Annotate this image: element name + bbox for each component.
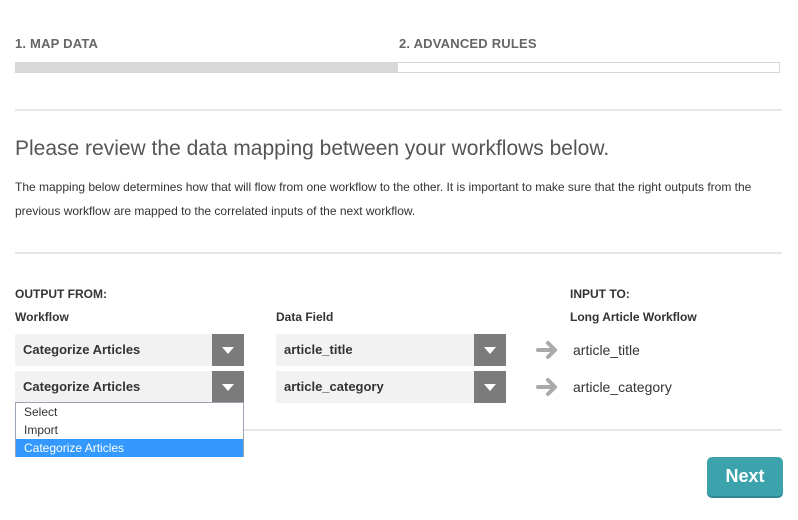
data-field-select-row-2[interactable]: article_category xyxy=(276,371,506,403)
dropdown-option-select[interactable]: Select xyxy=(16,403,243,421)
workflow-dropdown-list: Select Import Categorize Articles xyxy=(15,402,244,457)
arrow-right-icon xyxy=(536,378,557,396)
progress-fill xyxy=(16,63,398,72)
workflow-column-heading: Workflow xyxy=(15,310,69,324)
progress-bar xyxy=(15,62,780,73)
dropdown-option-categorize-articles[interactable]: Categorize Articles xyxy=(16,439,243,457)
dropdown-option-import[interactable]: Import xyxy=(16,421,243,439)
page-heading: Please review the data mapping between y… xyxy=(15,137,610,160)
data-field-column-heading: Data Field xyxy=(276,310,334,324)
workflow-select-value: Categorize Articles xyxy=(23,379,141,394)
workflow-select-value: Categorize Articles xyxy=(23,342,141,357)
data-field-select-value: article_category xyxy=(284,379,384,394)
step-2-label: 2. ADVANCED RULES xyxy=(399,36,537,51)
data-field-select-value: article_title xyxy=(284,342,353,357)
target-workflow-name: Long Article Workflow xyxy=(570,310,697,324)
chevron-down-icon[interactable] xyxy=(474,334,506,366)
input-to-heading: INPUT TO: xyxy=(570,287,630,301)
chevron-down-icon[interactable] xyxy=(212,371,244,403)
chevron-down-icon[interactable] xyxy=(474,371,506,403)
workflow-select-row-1[interactable]: Categorize Articles xyxy=(15,334,244,366)
next-button[interactable]: Next xyxy=(707,457,783,496)
step-1-label: 1. MAP DATA xyxy=(15,36,99,51)
data-field-select-row-1[interactable]: article_title xyxy=(276,334,506,366)
input-field-row-2: article_category xyxy=(573,379,672,395)
workflow-select-row-2[interactable]: Categorize Articles xyxy=(15,371,244,403)
page-description: The mapping below determines how that wi… xyxy=(15,180,752,218)
input-field-row-1: article_title xyxy=(573,342,640,358)
divider-middle xyxy=(15,252,782,254)
arrow-right-icon xyxy=(536,341,557,359)
divider-top xyxy=(15,109,782,111)
chevron-down-icon[interactable] xyxy=(212,334,244,366)
output-from-heading: OUTPUT FROM: xyxy=(15,287,107,301)
